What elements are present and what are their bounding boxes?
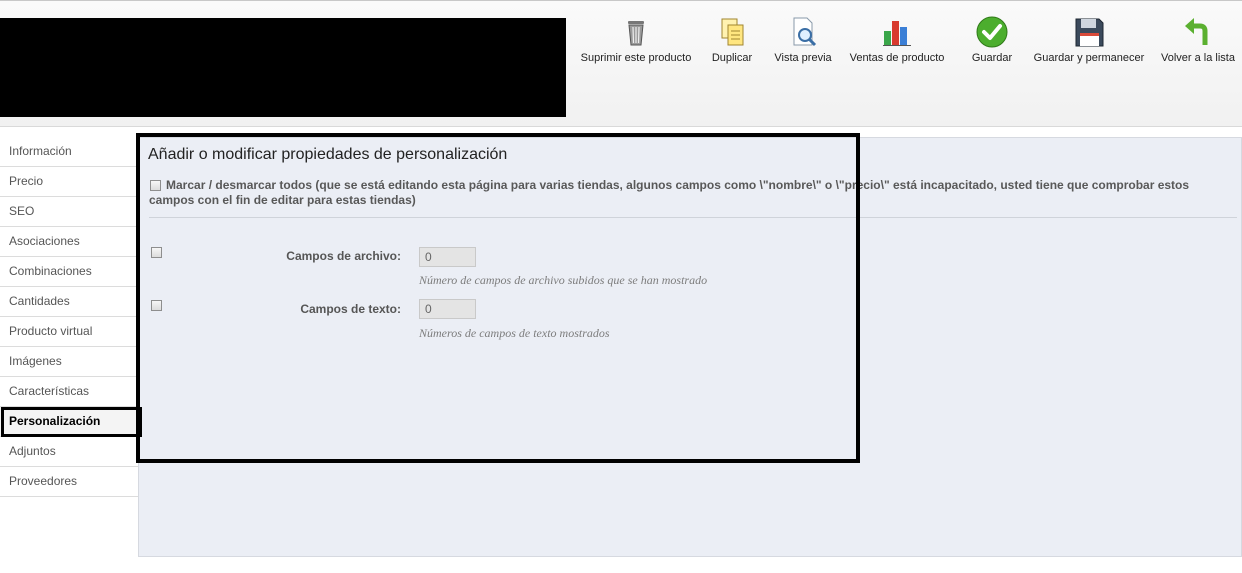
product-sales-button[interactable]: Ventas de producto xyxy=(847,15,947,64)
sidebar-item-seo[interactable]: SEO xyxy=(0,197,138,227)
duplicate-label: Duplicar xyxy=(711,52,753,64)
sidebar-item-adjuntos[interactable]: Adjuntos xyxy=(0,437,138,467)
trash-icon xyxy=(628,21,644,46)
toolbar-area: Suprimir este producto Duplicar Vista pr… xyxy=(0,1,1242,127)
text-fields-hint: Números de campos de texto mostrados xyxy=(419,326,610,340)
save-check-icon xyxy=(976,16,1008,48)
sidebar-item-imagenes[interactable]: Imágenes xyxy=(0,347,138,377)
mass-select-label: Marcar / desmarcar todos (que se está ed… xyxy=(149,178,1190,207)
back-to-list-button[interactable]: Volver a la lista xyxy=(1158,15,1238,64)
preview-label: Vista previa xyxy=(774,52,832,64)
sidebar-item-proveedores[interactable]: Proveedores xyxy=(0,467,138,497)
file-fields-hint: Número de campos de archivo subidos que … xyxy=(419,273,708,287)
floppy-disk-icon xyxy=(1075,18,1104,47)
sidebar-item-personalizacion[interactable]: Personalización xyxy=(0,407,138,437)
duplicate-button[interactable]: Duplicar xyxy=(706,15,758,64)
delete-product-button[interactable]: Suprimir este producto xyxy=(580,15,692,64)
sidebar-item-asociaciones[interactable]: Asociaciones xyxy=(0,227,138,257)
text-fields-label: Campos de texto: xyxy=(300,302,401,316)
file-fields-label: Campos de archivo: xyxy=(286,249,401,263)
preview-button[interactable]: Vista previa xyxy=(771,15,835,64)
sales-chart-icon xyxy=(883,21,911,46)
sidebar-item-combinaciones[interactable]: Combinaciones xyxy=(0,257,138,287)
page-title: Añadir o modificar propiedades de person… xyxy=(148,146,508,163)
sidebar-item-precio[interactable]: Precio xyxy=(0,167,138,197)
product-sales-label: Ventas de producto xyxy=(849,52,945,64)
duplicate-icon xyxy=(721,18,744,46)
sidebar-tabs: Información Precio SEO Asociaciones Comb… xyxy=(0,137,138,497)
redacted-logo-block xyxy=(0,18,566,117)
file-fields-checkbox[interactable] xyxy=(151,247,162,258)
back-to-list-label: Volver a la lista xyxy=(1161,52,1235,64)
preview-icon xyxy=(793,17,817,47)
sidebar-item-informacion[interactable]: Información xyxy=(0,137,138,167)
section-divider xyxy=(149,217,1237,218)
sidebar-item-cantidades[interactable]: Cantidades xyxy=(0,287,138,317)
sidebar-item-producto-virtual[interactable]: Producto virtual xyxy=(0,317,138,347)
text-fields-input[interactable] xyxy=(419,299,476,319)
back-arrow-icon xyxy=(1185,18,1208,45)
save-button[interactable]: Guardar xyxy=(966,15,1018,64)
save-label: Guardar xyxy=(971,52,1013,64)
save-and-stay-button[interactable]: Guardar y permanecer xyxy=(1032,15,1146,64)
delete-product-label: Suprimir este producto xyxy=(580,52,692,64)
save-and-stay-label: Guardar y permanecer xyxy=(1033,52,1145,64)
text-fields-checkbox[interactable] xyxy=(151,300,162,311)
file-fields-input[interactable] xyxy=(419,247,476,267)
sidebar-item-caracteristicas[interactable]: Características xyxy=(0,377,138,407)
